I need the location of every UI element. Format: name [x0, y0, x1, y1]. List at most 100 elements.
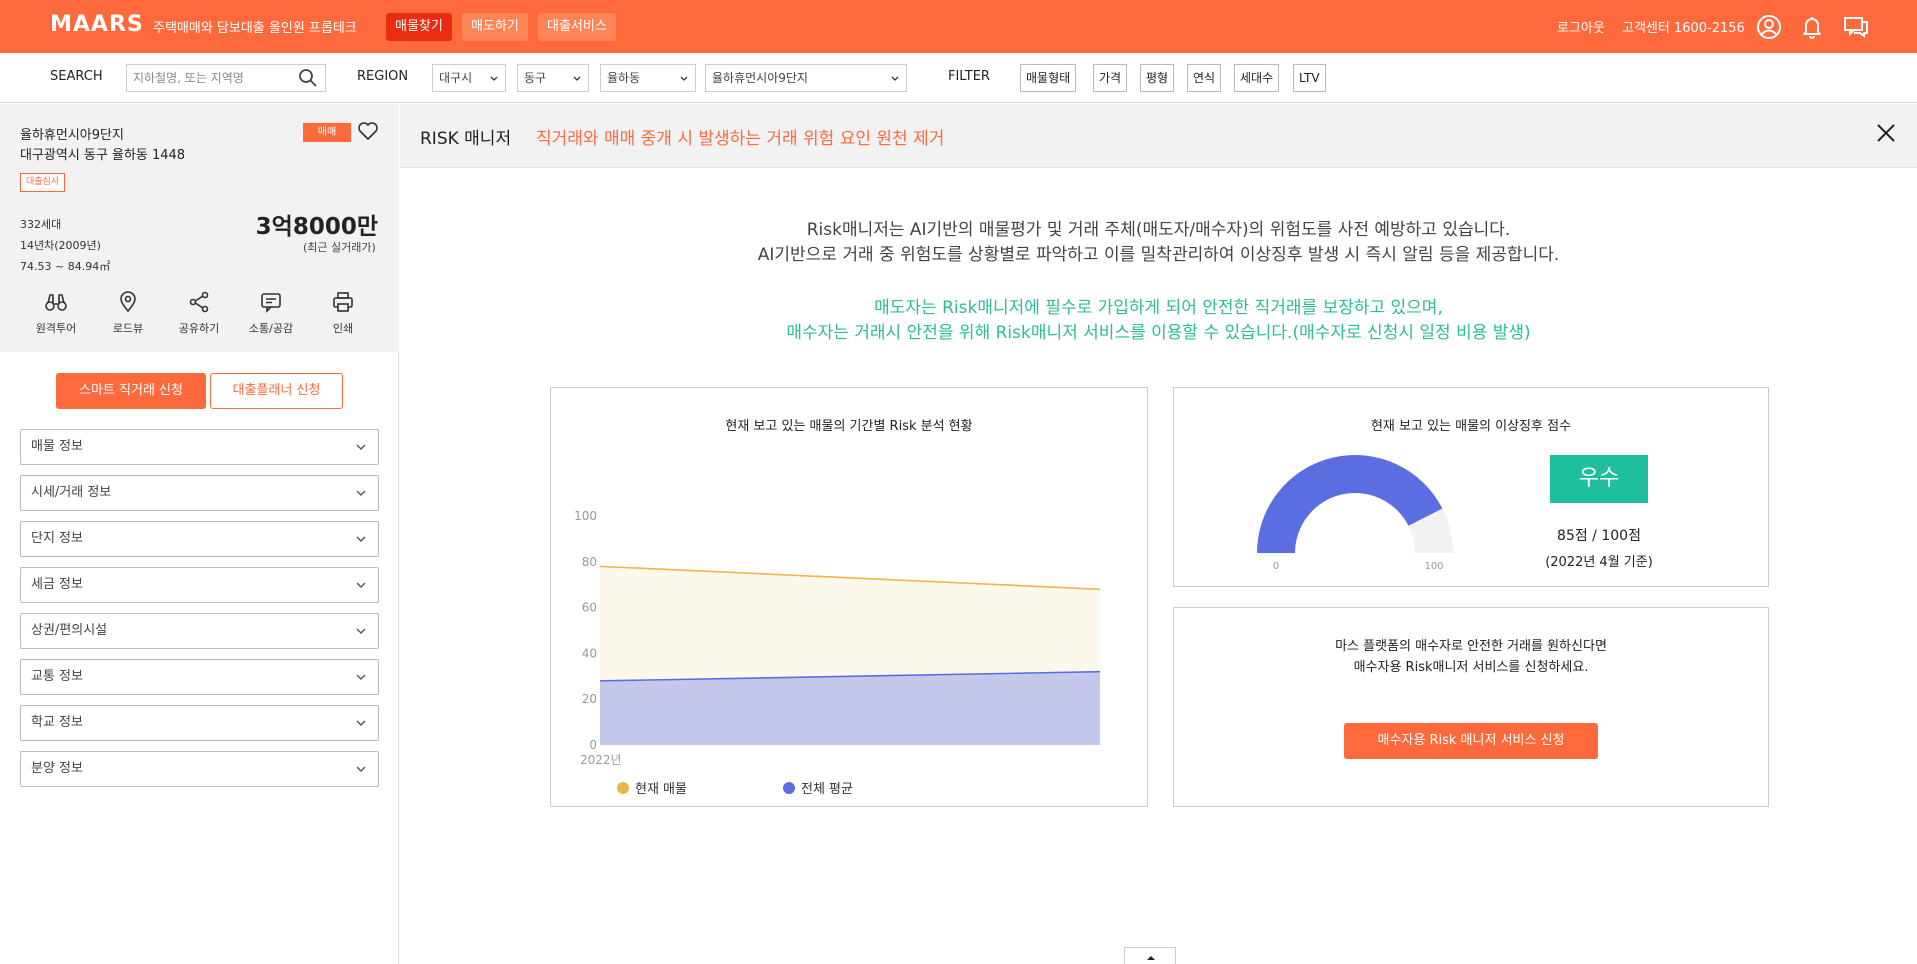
loan-review-badge: 대출심사 [20, 173, 66, 192]
chevron-down-icon [356, 490, 366, 496]
nav-sell[interactable]: 매도하기 [462, 13, 528, 41]
search-icon[interactable] [298, 68, 318, 88]
support-center: 고객센터 1600-2156 [1622, 21, 1745, 36]
filter-year[interactable]: 연식 [1187, 64, 1222, 92]
district-select[interactable]: 동구 [517, 64, 589, 92]
chevron-down-icon [356, 628, 366, 634]
remote-tour-label: 원격투어 [35, 322, 77, 335]
chevron-down-icon [356, 674, 366, 680]
page-title: RISK 매니저 [420, 129, 512, 149]
share-button[interactable]: 공유하기 [164, 290, 234, 336]
risk-trend-card: 현재 보고 있는 매물의 기간별 Risk 분석 현황 0 20 40 60 80 100… [550, 387, 1148, 807]
score-value: 85점 / 100점 [1557, 528, 1641, 544]
heart-icon[interactable] [357, 121, 379, 141]
accordion-label: 분양 정보 [31, 761, 83, 776]
tagline: 주택매매와 담보대출 올인원 프롭테크 [153, 21, 357, 36]
filter-label: FILTER [948, 69, 990, 84]
top-navigation-bar: MAARS 주택매매와 담보대출 올인원 프롭테크 매물찾기 매도하기 대출서비… [0, 0, 1917, 53]
accordion-label: 교통 정보 [31, 669, 83, 684]
accordion-label: 단지 정보 [31, 531, 83, 546]
comment-icon [261, 293, 281, 313]
x-tick-label: 2022년 [580, 753, 622, 767]
chevron-up-icon [1147, 956, 1155, 960]
risk-area-chart: 0 20 40 60 80 100 2022년현재 매물 전체 평균 [574, 509, 1101, 797]
filter-ltv[interactable]: LTV [1293, 64, 1326, 92]
chevron-down-icon [680, 76, 688, 81]
series-area [600, 671, 1100, 745]
legend-marker [783, 782, 795, 794]
filter-size[interactable]: 평형 [1140, 64, 1175, 92]
chevron-down-icon [356, 444, 366, 450]
city-select[interactable]: 대구시 [432, 64, 506, 92]
nav-loan-service[interactable]: 대출서비스 [538, 13, 616, 41]
intro-line-2: AI기반으로 거래 중 위험도를 상황별로 파악하고 이를 밀착관리하여 이상징… [757, 245, 1560, 265]
price-note: (최근 실거래가) [303, 241, 376, 254]
page-subtitle: 직거래와 매매 중개 시 발생하는 거래 위험 요인 원천 제거 [536, 129, 945, 149]
buyer-text-line-2: 매수자용 Risk매니저 서비스를 신청하세요. [1353, 660, 1589, 675]
accordion-amenities[interactable]: 상권/편의시설 [20, 613, 379, 649]
grade-badge: 우수 [1550, 455, 1648, 503]
print-button[interactable]: 인쇄 [308, 290, 378, 336]
gauge-max-label: 100 [1424, 561, 1443, 572]
risk-trend-title: 현재 보고 있는 매물의 기간별 Risk 분석 현황 [725, 419, 973, 434]
households-count: 332세대 [20, 218, 62, 231]
dong-select-value: 율하동 [607, 71, 641, 85]
accordion-label: 시세/거래 정보 [31, 485, 112, 500]
accordion-price-trade-info[interactable]: 시세/거래 정보 [20, 475, 379, 511]
loan-planner-button[interactable]: 대출플래너 신청 [210, 373, 343, 409]
logo[interactable]: MAARS [50, 12, 144, 37]
filter-property-type[interactable]: 매물형태 [1020, 64, 1077, 92]
y-tick-label: 20 [582, 692, 597, 706]
y-tick-label: 0 [589, 738, 597, 752]
share-label: 공유하기 [178, 322, 220, 335]
accordion-school-info[interactable]: 학교 정보 [20, 705, 379, 741]
chevron-down-icon [356, 536, 366, 542]
intro-line-1: Risk매니저는 AI기반의 매물평가 및 거래 주체(매도자/매수자)의 위험… [806, 220, 1511, 240]
score-gauge: 0 100 [1257, 455, 1453, 572]
community-button[interactable]: 소통/공감 [236, 290, 306, 336]
buyer-risk-service-button[interactable]: 매수자용 Risk 매니저 서비스 신청 [1344, 723, 1598, 759]
gauge-min-label: 0 [1273, 561, 1279, 572]
bell-icon[interactable] [1798, 13, 1826, 41]
property-price: 3억8000만 [255, 214, 378, 240]
search-input[interactable] [126, 64, 326, 92]
remote-tour-button[interactable]: 원격투어 [21, 290, 91, 336]
chat-icon[interactable] [1842, 13, 1870, 41]
printer-icon [333, 292, 353, 312]
accordion-transport-info[interactable]: 교통 정보 [20, 659, 379, 695]
legend-marker [617, 782, 629, 794]
print-label: 인쇄 [332, 322, 354, 335]
complex-select[interactable]: 율하휴먼시아9단지 [705, 64, 907, 92]
intro-green-line-1: 매도자는 Risk매니저에 필수로 가입하게 되어 안전한 직거래를 보장하고 … [874, 298, 1443, 318]
y-tick-label: 80 [582, 555, 597, 569]
property-address: 대구광역시 동구 율하동 1448 [20, 148, 186, 163]
accordion-complex-info[interactable]: 단지 정보 [20, 521, 379, 557]
complex-select-value: 율하휴먼시아9단지 [712, 71, 808, 85]
accordion-tax-info[interactable]: 세금 정보 [20, 567, 379, 603]
legend-label: 전체 평균 [801, 782, 853, 797]
community-label: 소통/공감 [248, 322, 294, 335]
accordion-presale-info[interactable]: 분양 정보 [20, 751, 379, 787]
accordion-listing-info[interactable]: 매물 정보 [20, 429, 379, 465]
filter-households[interactable]: 세대수 [1234, 64, 1280, 92]
chevron-down-icon [573, 76, 581, 81]
scroll-top-button[interactable] [1124, 947, 1176, 964]
dong-select[interactable]: 율하동 [600, 64, 696, 92]
close-icon[interactable] [1874, 121, 1898, 145]
chevron-down-icon [891, 76, 899, 81]
accordion-label: 세금 정보 [31, 577, 83, 592]
filter-price[interactable]: 가격 [1093, 64, 1128, 92]
district-select-value: 동구 [524, 71, 547, 85]
road-view-button[interactable]: 로드뷰 [93, 290, 163, 336]
logout-link[interactable]: 로그아웃 [1557, 17, 1605, 36]
y-tick-label: 100 [574, 509, 597, 523]
sale-type-badge: 매매 [303, 123, 351, 142]
accordion-label: 상권/편의시설 [31, 623, 108, 638]
intro-green-line-2: 매수자는 거래시 안전을 위해 Risk매니저 서비스를 이용할 수 있습니다.… [786, 323, 1531, 343]
search-label: SEARCH [50, 69, 103, 84]
binoculars-icon [45, 294, 67, 311]
nav-find-listings[interactable]: 매물찾기 [386, 13, 452, 41]
smart-direct-trade-button[interactable]: 스마트 직거래 신청 [56, 373, 206, 409]
user-icon[interactable] [1755, 13, 1783, 41]
search-filter-bar: SEARCH REGION 대구시 동구 율하동 율하휴먼시아9단지 FILTE… [0, 53, 1917, 103]
